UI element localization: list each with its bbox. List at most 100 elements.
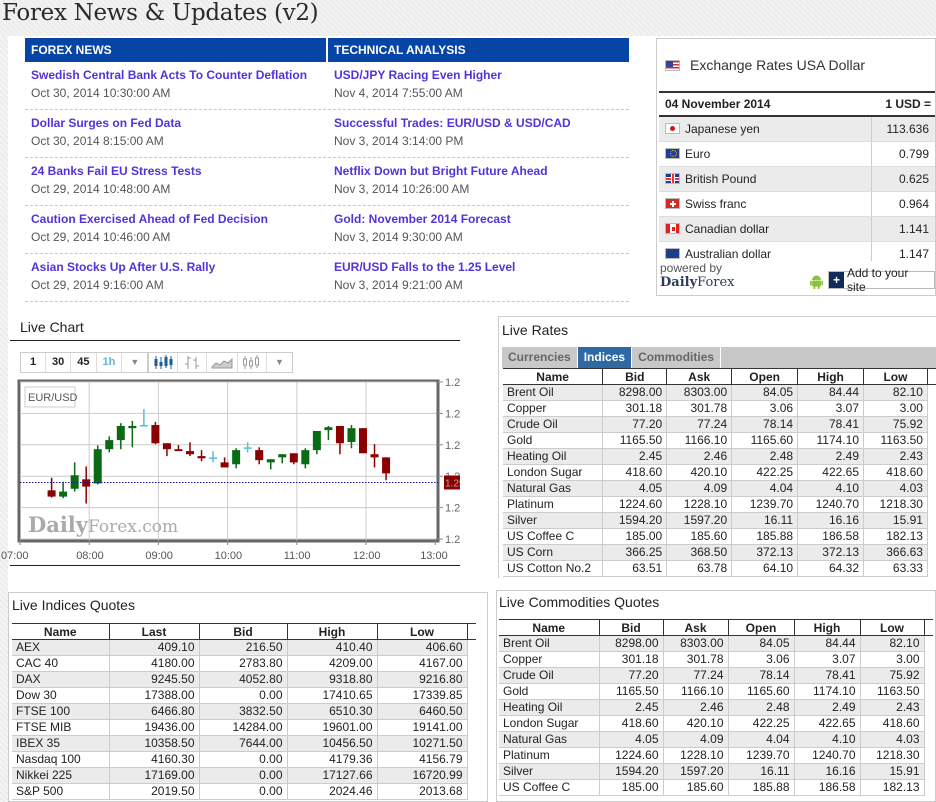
table-row[interactable]: US Cotton No.2 63.51 63.78 64.10 64.32 63.33: [503, 560, 936, 577]
column-header-bid[interactable]: Bid: [199, 623, 288, 640]
currency-cell: Euro: [659, 141, 871, 167]
tab-indices[interactable]: Indices: [577, 347, 633, 368]
table-row[interactable]: Gold 1165.50 1166.10 1165.60 1174.10 1163.50: [499, 683, 933, 700]
area-type-button[interactable]: [207, 353, 238, 372]
table-row[interactable]: Heating Oil 2.45 2.46 2.48 2.49 2.43: [499, 699, 933, 716]
column-header-low[interactable]: Low: [860, 619, 925, 636]
news-headline-link[interactable]: Asian Stocks Up After U.S. Rally: [31, 260, 326, 274]
news-headline-link[interactable]: Swedish Central Bank Acts To Counter Def…: [31, 68, 326, 82]
column-header-bid[interactable]: Bid: [599, 619, 664, 636]
column-header-name[interactable]: Name: [499, 619, 600, 636]
table-row[interactable]: FTSE 100 6466.80 3832.50 6510.30 6460.50: [12, 703, 476, 720]
news-headline-link[interactable]: 24 Banks Fail EU Stress Tests: [31, 164, 326, 178]
news-headline-link[interactable]: Gold: November 2014 Forecast: [334, 212, 629, 226]
dailyforex-logo[interactable]: DailyForex: [660, 275, 735, 290]
quote-value: 2013.68: [377, 783, 468, 800]
column-header-ask[interactable]: Ask: [663, 619, 729, 636]
exchange-rates-scroll[interactable]: 04 November 2014 1 USD = Japanese yen 113…: [657, 91, 935, 261]
table-row[interactable]: Natural Gas 4.05 4.09 4.04 4.10 4.03: [499, 731, 933, 748]
interval-30-button[interactable]: 30: [46, 353, 72, 372]
quote-value: 366.63: [863, 544, 928, 561]
table-row[interactable]: Silver 1594.20 1597.20 16.11 16.16 15.91: [503, 512, 936, 529]
table-row[interactable]: US Coffee C 185.00 185.60 185.88 186.58 182.1…: [503, 528, 936, 545]
table-row[interactable]: US Coffee C 185.00 185.60 185.88 186.58 182.1…: [499, 779, 933, 796]
table-row[interactable]: AEX 409.10 216.50 410.40 406.60: [12, 639, 476, 656]
tab-commodities[interactable]: Commodities: [632, 347, 722, 368]
table-row[interactable]: Nasdaq 100 4160.30 0.00 4179.36 4156.79: [12, 751, 476, 768]
column-header-high[interactable]: High: [287, 623, 378, 640]
row-gutter: [467, 751, 476, 768]
candlestick-type-button[interactable]: [149, 353, 178, 372]
column-header-low[interactable]: Low: [863, 368, 928, 385]
interval-1-button[interactable]: 1: [21, 353, 46, 372]
y-tick-label: 1.250: [445, 503, 460, 515]
column-header-high[interactable]: High: [797, 368, 864, 385]
quote-value: 4.04: [728, 731, 795, 748]
technical-analysis-heading: TECHNICAL ANALYSIS: [328, 38, 629, 62]
table-row[interactable]: Copper 301.18 301.78 3.06 3.07 3.00: [503, 400, 936, 417]
table-row[interactable]: Dow 30 17388.00 0.00 17410.65 17339.85: [12, 687, 476, 704]
table-row[interactable]: Silver 1594.20 1597.20 16.11 16.16 15.91: [499, 763, 933, 780]
table-row[interactable]: IBEX 35 10358.50 7644.00 10456.50 10271.50: [12, 735, 476, 752]
news-headline-link[interactable]: Caution Exercised Ahead of Fed Decision: [31, 212, 326, 226]
table-row[interactable]: London Sugar 418.60 420.10 422.25 422.65 418.…: [499, 715, 933, 732]
watermark-rest: Forex.com: [88, 517, 178, 537]
table-row[interactable]: Heating Oil 2.45 2.46 2.48 2.49 2.43: [503, 448, 936, 465]
table-row[interactable]: Copper 301.18 301.78 3.06 3.07 3.00: [499, 651, 933, 668]
news-date: Nov 3, 2014 9:21:00 AM: [334, 278, 463, 292]
table-row[interactable]: Brent Oil 8298.00 8303.00 84.05 84.44 82.10: [499, 635, 933, 652]
quote-value: 3.07: [797, 400, 864, 417]
row-gutter: [924, 779, 933, 796]
table-row[interactable]: DAX 9245.50 4052.80 9318.80 9216.80: [12, 671, 476, 688]
interval-dropdown-chevron-icon[interactable]: ▼: [122, 353, 147, 372]
table-row[interactable]: London Sugar 418.60 420.10 422.25 422.65 418.…: [503, 464, 936, 481]
table-row[interactable]: Nikkei 225 17169.00 0.00 17127.66 16720.99: [12, 767, 476, 784]
news-headline-link[interactable]: Netflix Down but Bright Future Ahead: [334, 164, 629, 178]
table-row[interactable]: Natural Gas 4.05 4.09 4.04 4.10 4.03: [503, 480, 936, 497]
column-header-ask[interactable]: Ask: [666, 368, 733, 385]
table-row[interactable]: FTSE MIB 19436.00 14284.00 19601.00 19141.00: [12, 719, 476, 736]
table-row[interactable]: Crude Oil 77.20 77.24 78.14 78.41 75.92: [503, 416, 936, 433]
android-icon[interactable]: [810, 275, 823, 289]
table-row[interactable]: Gold 1165.50 1166.10 1165.60 1174.10 1163.50: [503, 432, 936, 449]
column-header-open[interactable]: Open: [728, 619, 795, 636]
interval-1h-button[interactable]: 1h: [97, 353, 123, 372]
add-to-your-site-button[interactable]: + Add to your site: [828, 266, 935, 294]
column-header-name[interactable]: Name: [503, 368, 604, 385]
table-row[interactable]: Crude Oil 77.20 77.24 78.14 78.41 75.92: [499, 667, 933, 684]
row-gutter: [927, 496, 936, 513]
column-header-bid[interactable]: Bid: [602, 368, 668, 385]
table-row[interactable]: US Corn 366.25 368.50 372.13 372.13 366.63: [503, 544, 936, 561]
table-row[interactable]: Brent Oil 8298.00 8303.00 84.05 84.44 82.10: [503, 384, 936, 401]
news-headline-link[interactable]: USD/JPY Racing Even Higher: [334, 68, 629, 82]
column-header-low[interactable]: Low: [377, 623, 468, 640]
quote-value: 185.00: [599, 779, 664, 796]
quote-value: 4.09: [663, 731, 729, 748]
tab-currencies[interactable]: Currencies: [502, 347, 578, 368]
eur-usd-candlestick-chart[interactable]: 1.2491.2501.2511.2521.2531.25407:0008:00…: [0, 375, 460, 565]
instrument-name: London Sugar: [499, 715, 600, 732]
quote-value: 78.14: [731, 416, 799, 433]
news-headline-link[interactable]: EUR/USD Falls to the 1.25 Level: [334, 260, 629, 274]
quote-value: 2.43: [863, 448, 928, 465]
rate-value: 1.147: [870, 241, 935, 261]
table-row[interactable]: Platinum 1224.60 1228.10 1239.70 1240.70 1218…: [503, 496, 936, 513]
column-header-open[interactable]: Open: [731, 368, 799, 385]
column-header-high[interactable]: High: [794, 619, 861, 636]
interval-45-button[interactable]: 45: [71, 353, 97, 372]
table-row[interactable]: CAC 40 4180.00 2783.80 4209.00 4167.00: [12, 655, 476, 672]
quote-value: 301.18: [599, 651, 664, 668]
column-header-last[interactable]: Last: [109, 623, 200, 640]
news-headline-link[interactable]: Successful Trades: EUR/USD & USD/CAD: [334, 116, 629, 130]
quote-value: 77.20: [602, 416, 668, 433]
quote-value: 420.10: [663, 715, 729, 732]
news-headline-link[interactable]: Dollar Surges on Fed Data: [31, 116, 326, 130]
ohlc-bars-type-button[interactable]: [178, 353, 207, 372]
table-row[interactable]: S&P 500 2019.50 0.00 2024.46 2013.68: [12, 783, 476, 800]
hollow-candles-type-button[interactable]: [238, 353, 267, 372]
row-gutter: [927, 384, 936, 401]
table-row[interactable]: Platinum 1224.60 1228.10 1239.70 1240.70 1218…: [499, 747, 933, 764]
chart-type-dropdown-chevron-icon[interactable]: ▼: [267, 353, 292, 372]
column-header-name[interactable]: Name: [12, 623, 110, 640]
row-gutter: [924, 667, 933, 684]
